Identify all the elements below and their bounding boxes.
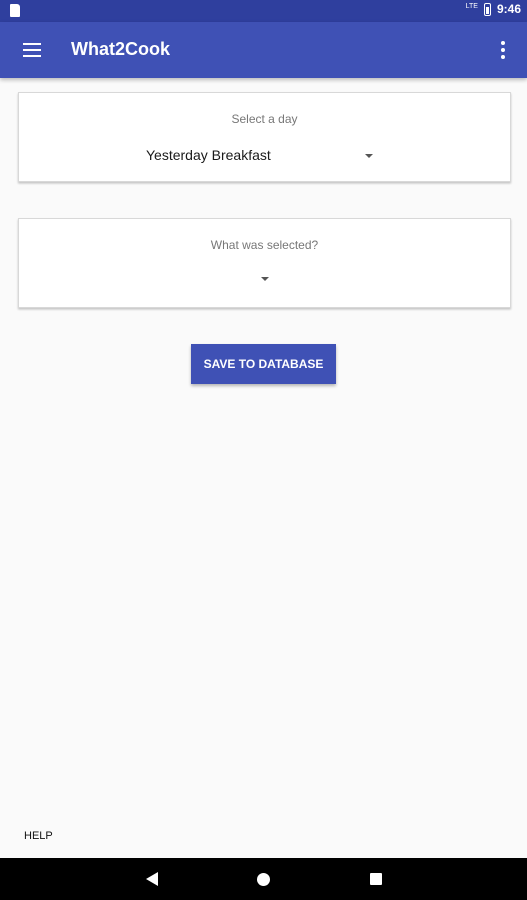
app-title: What2Cook	[71, 39, 170, 59]
save-to-database-button[interactable]: SAVE TO DATABASE	[191, 344, 336, 384]
home-icon[interactable]	[257, 873, 270, 886]
status-bar: LTE 9:46	[0, 0, 527, 22]
sd-card-icon	[10, 4, 20, 17]
selection-label: What was selected?	[210, 238, 319, 252]
day-card: Select a day Yesterday Breakfast	[18, 92, 511, 182]
battery-icon	[483, 2, 491, 16]
app-bar: What2Cook	[0, 22, 527, 78]
help-button[interactable]: HELP	[24, 830, 53, 842]
back-icon[interactable]	[146, 872, 158, 886]
day-selected-value: Yesterday Breakfast	[146, 147, 271, 163]
recents-icon[interactable]	[370, 873, 382, 885]
dropdown-arrow-icon	[261, 277, 269, 281]
day-label: Select a day	[231, 112, 298, 126]
selection-card: What was selected?	[18, 218, 511, 308]
lte-icon: LTE	[465, 2, 478, 10]
status-indicators: LTE 9:46	[466, 2, 521, 16]
day-dropdown[interactable]: Yesterday Breakfast	[144, 147, 384, 167]
overflow-menu-icon[interactable]	[500, 41, 506, 59]
selection-dropdown[interactable]	[255, 271, 275, 287]
dropdown-arrow-icon	[365, 154, 373, 158]
clock: 9:46	[496, 2, 521, 16]
menu-icon[interactable]	[23, 43, 41, 57]
system-nav-bar	[0, 858, 527, 900]
